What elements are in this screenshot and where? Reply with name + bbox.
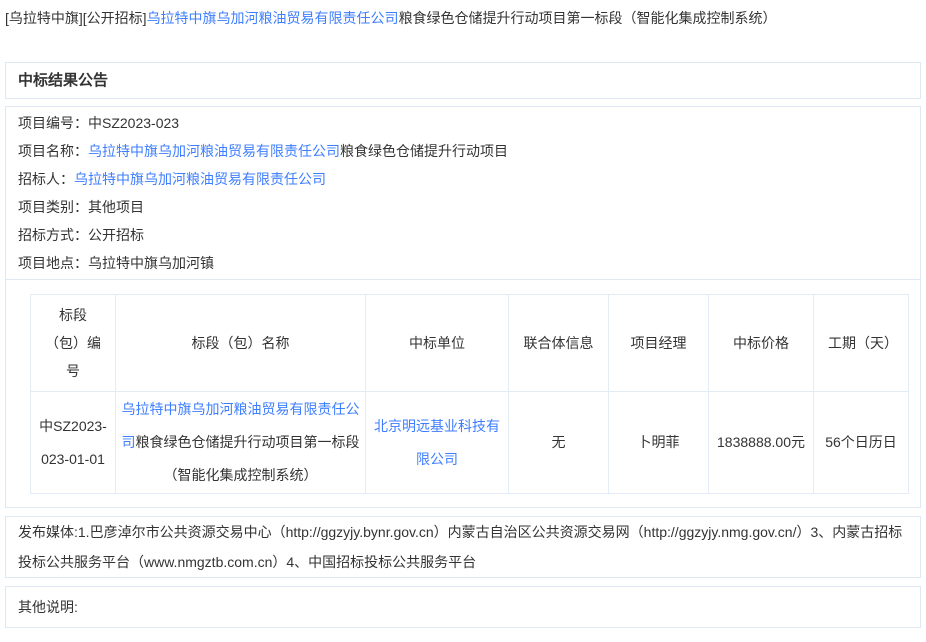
title-company-link[interactable]: 乌拉特中旗乌加河粮油贸易有限责任公司 bbox=[147, 10, 399, 26]
section-name-rest: 粮食绿色仓储提升行动项目第一标段（智能化集成控制系统） bbox=[136, 434, 360, 483]
result-table: 标段（包）编号 标段（包）名称 中标单位 联合体信息 项目经理 中标价格 工期（… bbox=[30, 294, 909, 494]
info-label: 招标方式： bbox=[18, 227, 88, 243]
publish-media-card: 发布媒体:1.巴彦淖尔市公共资源交易中心（http://ggzyjy.bynr.… bbox=[5, 516, 921, 578]
page-title: [乌拉特中旗][公开招标]乌拉特中旗乌加河粮油贸易有限责任公司粮食绿色仓储提升行… bbox=[5, 9, 921, 27]
info-row-tenderee: 招标人：乌拉特中旗乌加河粮油贸易有限责任公司 bbox=[18, 165, 908, 193]
result-table-header-row: 标段（包）编号 标段（包）名称 中标单位 联合体信息 项目经理 中标价格 工期（… bbox=[31, 295, 909, 392]
col-header-consortium: 联合体信息 bbox=[509, 295, 609, 392]
info-label: 项目地点： bbox=[18, 255, 88, 271]
info-label: 项目编号： bbox=[18, 115, 88, 131]
title-suffix: 粮食绿色仓储提升行动项目第一标段（智能化集成控制系统） bbox=[399, 10, 777, 26]
info-label: 招标人： bbox=[18, 171, 74, 187]
info-row-location: 项目地点：乌拉特中旗乌加河镇 bbox=[18, 249, 908, 277]
title-prefix: [乌拉特中旗][公开招标] bbox=[5, 10, 147, 26]
info-row-project-no: 项目编号：中SZ2023-023 bbox=[18, 109, 908, 137]
info-link[interactable]: 乌拉特中旗乌加河粮油贸易有限责任公司 bbox=[88, 143, 340, 159]
col-header-section-no: 标段（包）编号 bbox=[31, 295, 116, 392]
project-info-section: 项目编号：中SZ2023-023 项目名称：乌拉特中旗乌加河粮油贸易有限责任公司… bbox=[6, 107, 920, 280]
info-row-method: 招标方式：公开招标 bbox=[18, 221, 908, 249]
winner-link[interactable]: 北京明远基业科技有限公司 bbox=[374, 418, 500, 467]
result-table-section: 标段（包）编号 标段（包）名称 中标单位 联合体信息 项目经理 中标价格 工期（… bbox=[6, 280, 920, 507]
announcement-header-card: 中标结果公告 bbox=[5, 62, 921, 99]
col-header-section-name: 标段（包）名称 bbox=[116, 295, 366, 392]
cell-consortium: 无 bbox=[509, 392, 609, 494]
cell-duration: 56个日历日 bbox=[814, 392, 909, 494]
cell-manager: 卜明菲 bbox=[609, 392, 709, 494]
cell-price: 1838888.00元 bbox=[709, 392, 814, 494]
info-link[interactable]: 乌拉特中旗乌加河粮油贸易有限责任公司 bbox=[74, 171, 326, 187]
col-header-manager: 项目经理 bbox=[609, 295, 709, 392]
publish-media-text: 发布媒体:1.巴彦淖尔市公共资源交易中心（http://ggzyjy.bynr.… bbox=[18, 524, 902, 570]
table-row: 中SZ2023-023-01-01 乌拉特中旗乌加河粮油贸易有限责任公司粮食绿色… bbox=[31, 392, 909, 494]
info-value: 其他项目 bbox=[88, 199, 144, 215]
other-note-card: 其他说明: bbox=[5, 586, 921, 628]
info-row-category: 项目类别：其他项目 bbox=[18, 193, 908, 221]
cell-section-name: 乌拉特中旗乌加河粮油贸易有限责任公司粮食绿色仓储提升行动项目第一标段（智能化集成… bbox=[116, 392, 366, 494]
col-header-winner: 中标单位 bbox=[366, 295, 509, 392]
other-note-text: 其他说明: bbox=[18, 599, 78, 615]
announcement-body-card: 项目编号：中SZ2023-023 项目名称：乌拉特中旗乌加河粮油贸易有限责任公司… bbox=[5, 106, 921, 508]
info-label: 项目类别： bbox=[18, 199, 88, 215]
announcement-header: 中标结果公告 bbox=[18, 72, 108, 89]
info-row-project-name: 项目名称：乌拉特中旗乌加河粮油贸易有限责任公司粮食绿色仓储提升行动项目 bbox=[18, 137, 908, 165]
info-value: 公开招标 bbox=[88, 227, 144, 243]
cell-winner: 北京明远基业科技有限公司 bbox=[366, 392, 509, 494]
info-value: 中SZ2023-023 bbox=[88, 115, 179, 131]
cell-section-no: 中SZ2023-023-01-01 bbox=[31, 392, 116, 494]
col-header-price: 中标价格 bbox=[709, 295, 814, 392]
col-header-duration: 工期（天） bbox=[814, 295, 909, 392]
info-value: 乌拉特中旗乌加河镇 bbox=[88, 255, 214, 271]
info-value: 粮食绿色仓储提升行动项目 bbox=[340, 143, 508, 159]
info-label: 项目名称： bbox=[18, 143, 88, 159]
